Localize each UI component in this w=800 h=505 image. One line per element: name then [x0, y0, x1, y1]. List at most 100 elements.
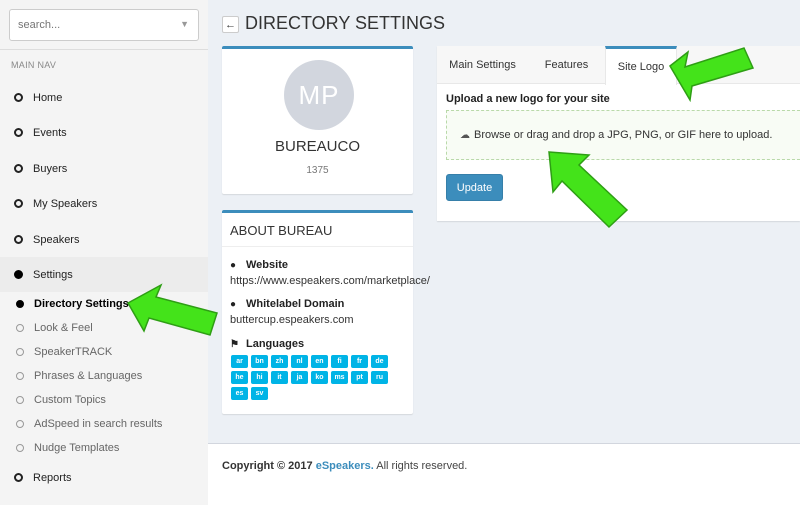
- language-badge: fr: [351, 355, 368, 368]
- back-button[interactable]: ←: [222, 16, 239, 33]
- tab-bar: Main Settings Features Site Logo: [437, 46, 800, 85]
- language-badge: he: [231, 371, 248, 384]
- language-badge: ar: [231, 355, 248, 368]
- language-badge: sv: [251, 387, 268, 400]
- sidebar-item-home[interactable]: Home: [0, 80, 208, 115]
- sidebar-item-label: Events: [33, 126, 67, 139]
- circle-icon: [14, 93, 23, 102]
- sidebar-subitem-label: SpeakerTRACK: [34, 346, 113, 358]
- chevron-down-icon[interactable]: ▼: [180, 19, 189, 29]
- sidebar-item-buyers[interactable]: Buyers: [0, 151, 208, 186]
- sidebar-item-settings[interactable]: Settings: [0, 257, 208, 292]
- page-title: DIRECTORY SETTINGS: [245, 13, 446, 33]
- footer: Copyright © 2017 eSpeakers. All rights r…: [208, 443, 800, 505]
- language-badge: ru: [371, 371, 388, 384]
- website-label: ● Website: [230, 259, 288, 271]
- copyright-prefix: Copyright © 2017: [222, 460, 313, 472]
- language-badge: pt: [351, 371, 368, 384]
- tab-site-logo[interactable]: Site Logo: [605, 46, 677, 85]
- sidebar-item-speakers[interactable]: Speakers: [0, 222, 208, 257]
- divider: [222, 246, 413, 247]
- circle-icon: [14, 128, 23, 137]
- sidebar-item-label: Home: [33, 91, 63, 104]
- sidebar-subitem-label: Nudge Templates: [34, 442, 120, 454]
- search-box[interactable]: ▼: [9, 9, 199, 41]
- circle-icon: [14, 164, 23, 173]
- sidebar-subitem-nudge-templates[interactable]: Nudge Templates: [0, 436, 208, 460]
- sidebar-subitem-look-and-feel[interactable]: Look & Feel: [0, 316, 208, 340]
- sidebar-subitem-phrases-languages[interactable]: Phrases & Languages: [0, 364, 208, 388]
- cloud-upload-icon: ☁: [460, 129, 470, 141]
- website-value: https://www.espeakers.com/marketplace/: [230, 275, 430, 287]
- sidebar-subitem-label: Look & Feel: [34, 322, 93, 334]
- flag-icon: ⚑: [230, 338, 239, 350]
- sidebar-item-reports[interactable]: Reports: [0, 460, 208, 495]
- language-badge: ms: [331, 371, 348, 384]
- circle-filled-icon: [16, 300, 24, 308]
- circle-icon: [14, 199, 23, 208]
- sidebar-subitem-speakertrack[interactable]: SpeakerTRACK: [0, 340, 208, 364]
- sidebar-item-label: Speakers: [33, 233, 80, 246]
- nav-header: MAIN NAV: [11, 60, 57, 70]
- sidebar-subitem-adspeed[interactable]: AdSpeed in search results: [0, 412, 208, 436]
- sidebar-item-my-speakers[interactable]: My Speakers: [0, 186, 208, 221]
- tab-main-settings[interactable]: Main Settings: [437, 46, 528, 84]
- sidebar-subitem-directory-settings[interactable]: Directory Settings: [0, 292, 208, 316]
- language-badge: ko: [311, 371, 328, 384]
- bureau-name: BUREAUCO: [274, 138, 360, 155]
- dropzone-text: Browse or drag and drop a JPG, PNG, or G…: [474, 129, 773, 141]
- language-badge: ja: [291, 371, 308, 384]
- languages-label: ⚑ Languages: [230, 338, 304, 350]
- sidebar-subitem-label: Phrases & Languages: [34, 370, 143, 382]
- circle-icon: [16, 324, 24, 332]
- search-input[interactable]: [10, 10, 160, 40]
- circle-filled-icon: [14, 270, 23, 279]
- avatar: MP: [284, 60, 354, 130]
- whitelabel-value: buttercup.espeakers.com: [230, 314, 354, 326]
- sidebar-subitem-custom-topics[interactable]: Custom Topics: [0, 388, 208, 412]
- language-badge: zh: [271, 355, 288, 368]
- copyright-suffix: All rights reserved.: [376, 460, 468, 472]
- circle-icon: [16, 372, 24, 380]
- copyright: Copyright © 2017 eSpeakers. All rights r…: [222, 460, 467, 472]
- profile-card: MP BUREAUCO 1375: [222, 46, 413, 194]
- sidebar-item-label: Settings: [33, 268, 73, 281]
- language-badge: es: [231, 387, 248, 400]
- tab-features[interactable]: Features: [528, 46, 605, 84]
- sidebar-item-label: My Speakers: [33, 197, 98, 210]
- sidebar: ▼ MAIN NAV Home Events Buyers My Speaker…: [0, 0, 208, 505]
- website-label-text: Website: [246, 259, 288, 271]
- whitelabel-label: ● Whitelabel Domain: [230, 298, 344, 310]
- upload-label: Upload a new logo for your site: [446, 93, 610, 105]
- divider: [0, 49, 208, 50]
- logo-dropzone[interactable]: ☁ Browse or drag and drop a JPG, PNG, or…: [446, 110, 800, 160]
- sidebar-subitem-label: AdSpeed in search results: [34, 418, 163, 430]
- espeakers-link[interactable]: eSpeakers.: [316, 460, 374, 472]
- update-button[interactable]: Update: [446, 174, 503, 201]
- arrow-left-icon: ←: [225, 18, 236, 31]
- whitelabel-label-text: Whitelabel Domain: [246, 298, 345, 310]
- sidebar-item-label: Buyers: [33, 162, 68, 175]
- bureau-id: 1375: [306, 165, 329, 176]
- language-badge: fi: [331, 355, 348, 368]
- languages-label-text: Languages: [246, 338, 305, 350]
- sidebar-subitem-label: Directory Settings: [34, 298, 129, 310]
- circle-icon: [14, 473, 23, 482]
- circle-icon: [14, 235, 23, 244]
- about-title: ABOUT BUREAU: [230, 223, 333, 238]
- globe-icon: ●: [230, 259, 237, 271]
- language-badge: hi: [251, 371, 268, 384]
- sidebar-item-label: Reports: [33, 471, 72, 484]
- circle-icon: [16, 396, 24, 404]
- language-badge: en: [311, 355, 328, 368]
- globe-icon: ●: [230, 298, 237, 310]
- circle-icon: [16, 420, 24, 428]
- sidebar-item-events[interactable]: Events: [0, 115, 208, 150]
- language-badge: bn: [251, 355, 268, 368]
- circle-icon: [16, 444, 24, 452]
- about-card: ABOUT BUREAU ● Website https://www.espea…: [222, 210, 430, 414]
- language-badge: nl: [291, 355, 308, 368]
- circle-icon: [16, 348, 24, 356]
- language-badge: it: [271, 371, 288, 384]
- settings-panel: Main Settings Features Site Logo Upload …: [437, 46, 800, 221]
